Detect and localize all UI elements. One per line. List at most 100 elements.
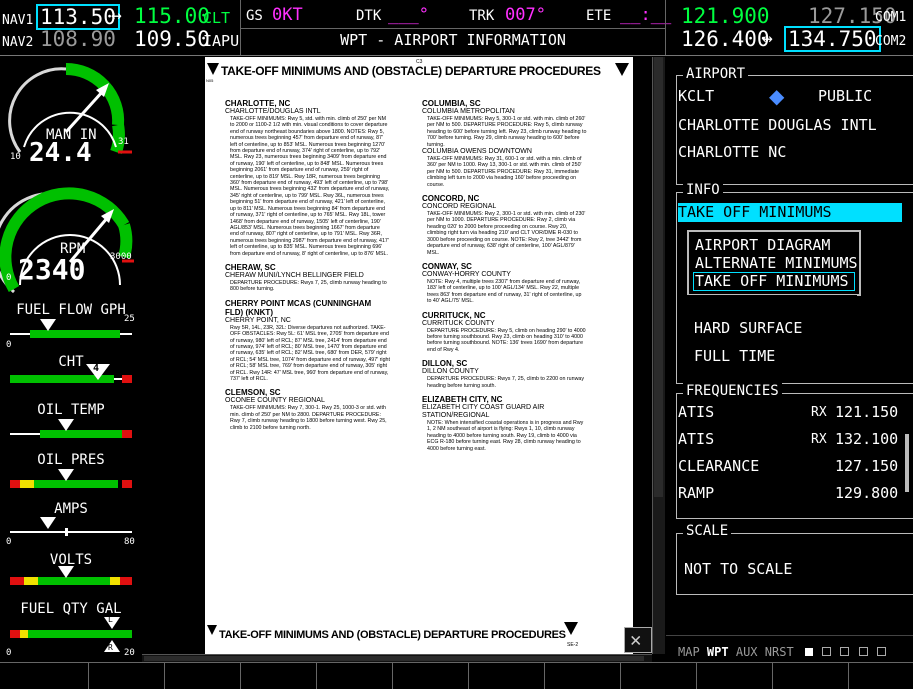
gs-label: GS bbox=[246, 8, 263, 24]
com2-standby-freq[interactable]: 134.750 bbox=[784, 26, 881, 52]
scale-value: NOT TO SCALE bbox=[684, 560, 793, 578]
fuel-flow-bar bbox=[10, 330, 132, 338]
oil-temp-label: OIL TEMP bbox=[37, 402, 105, 418]
frequency-value[interactable]: 129.800 bbox=[835, 484, 898, 502]
volts-bar bbox=[10, 577, 132, 585]
airport-symbol-icon: ◆ bbox=[769, 84, 785, 108]
dtk-value: ___° bbox=[388, 5, 429, 25]
frequency-rx: RX bbox=[811, 405, 827, 420]
nav1-swap-icon[interactable]: ↔ bbox=[111, 5, 122, 26]
oil-pres-pointer bbox=[58, 469, 74, 481]
com2-swap-icon[interactable]: ↔ bbox=[762, 28, 773, 49]
frequency-value[interactable]: 127.150 bbox=[835, 457, 898, 475]
softkey-divider bbox=[620, 663, 621, 689]
gs-value: 0KT bbox=[272, 5, 303, 25]
softkey-divider bbox=[240, 663, 241, 689]
chart-page[interactable]: C3 TAKE-OFF MINIMUMS AND (OBSTACLE) DEPA… bbox=[205, 57, 633, 654]
fuel-flow-pointer bbox=[40, 319, 56, 331]
menu-item-alternate-minimums[interactable]: ALTERNATE MINIMUMS bbox=[695, 254, 858, 272]
airport-name: CHARLOTTE DOUGLAS INTL bbox=[678, 116, 877, 134]
oil-pres-label: OIL PRES bbox=[37, 452, 105, 468]
page-group-map: MAP bbox=[678, 645, 700, 659]
fuel-flow-label: FUEL FLOW GPH bbox=[16, 302, 126, 318]
airport-type: PUBLIC bbox=[818, 87, 873, 105]
airport-id[interactable]: KCLT bbox=[678, 87, 714, 105]
com2-active-freq[interactable]: 126.400 bbox=[681, 27, 770, 51]
frequency-scrollbar[interactable] bbox=[905, 434, 909, 492]
com1-active-freq[interactable]: 121.900 bbox=[681, 4, 770, 28]
page-dot bbox=[822, 647, 832, 656]
fuel-qty-bar bbox=[10, 630, 132, 638]
softkey-divider bbox=[544, 663, 545, 689]
chart-airport-name: CURRITUCK COUNTY bbox=[422, 319, 495, 327]
softkey-divider bbox=[164, 663, 165, 689]
fuel-qty-left: L bbox=[108, 615, 113, 624]
close-chart-button[interactable]: ✕ bbox=[624, 627, 652, 653]
top-status-bar: NAV1 113.50 ↔ 115.00 CLT NAV2 108.90 109… bbox=[0, 0, 913, 56]
chart-airport-name: COLUMBIA METROPOLITAN bbox=[422, 108, 515, 115]
page-dot bbox=[840, 647, 850, 656]
nav1-id: CLT bbox=[203, 9, 231, 27]
info-selection-field[interactable]: TAKE OFF MINIMUMS bbox=[678, 203, 902, 222]
chart-section-heading: CHERRY POINT MCAS (CUNNINGHAM FLD) (KNKT… bbox=[225, 298, 372, 317]
menu-item-airport-diagram[interactable]: AIRPORT DIAGRAM bbox=[695, 236, 830, 254]
man-in-max: 31 bbox=[118, 137, 129, 147]
page-dot bbox=[858, 647, 868, 656]
chart-section-heading: ELIZABETH CITY, NC bbox=[422, 394, 503, 404]
info-panel: AIRPORT KCLT ◆ PUBLIC CHARLOTTE DOUGLAS … bbox=[666, 57, 913, 662]
chart-procedure-text: TAKE-OFF MINIMUMS: Rwy 5, std. with min.… bbox=[230, 116, 390, 257]
menu-item-take-off-minimums[interactable]: TAKE OFF MINIMUMS bbox=[695, 272, 849, 290]
dtk-label: DTK bbox=[356, 8, 382, 24]
chart-vertical-scrollbar[interactable] bbox=[652, 57, 665, 654]
page-dot-active bbox=[804, 648, 813, 656]
nav1-label: NAV1 bbox=[2, 13, 34, 28]
chart-airport-name: CHARLOTTE/DOUGLAS INTL bbox=[225, 108, 321, 115]
chart-left-column: CHARLOTTE, NC CHARLOTTE/DOUGLAS INTL TAKE-… bbox=[225, 93, 390, 431]
nav2-active-freq[interactable]: 108.90 bbox=[40, 27, 116, 51]
chart-airport-name: CONWAY-HORRY COUNTY bbox=[422, 270, 511, 278]
chart-section-heading: CONWAY, SC bbox=[422, 261, 472, 271]
nav2-label: NAV2 bbox=[2, 35, 34, 50]
page-title: WPT - AIRPORT INFORMATION bbox=[340, 31, 566, 49]
scrollbar-thumb[interactable] bbox=[144, 656, 644, 661]
scrollbar-thumb[interactable] bbox=[654, 57, 663, 497]
com2-label: COM2 bbox=[875, 34, 907, 49]
chart-procedure-text: NOTE: Rwy 4, multiple trees 2307' from d… bbox=[427, 278, 582, 305]
info-selected-value: TAKE OFF MINIMUMS bbox=[678, 203, 832, 221]
chart-procedure-text: Rwy 5R, 14L, 23R, 32L: Diverse departure… bbox=[230, 324, 390, 382]
trk-value: 007° bbox=[505, 5, 546, 25]
amps-min: 0 bbox=[6, 537, 12, 547]
frequency-name: ATIS bbox=[678, 430, 715, 448]
frequency-value[interactable]: 132.100 bbox=[835, 430, 898, 448]
trk-label: TRK bbox=[469, 8, 495, 24]
chart-title: TAKE-OFF MINIMUMS AND (OBSTACLE) DEPARTU… bbox=[221, 64, 601, 78]
page-group-indicator: MAP WPT AUX NRST bbox=[678, 645, 886, 659]
man-in-min: 10 bbox=[10, 152, 21, 162]
takeoff-symbol-icon bbox=[615, 63, 629, 76]
oil-temp-pointer bbox=[58, 419, 74, 431]
page-group-wpt: WPT bbox=[706, 645, 729, 659]
rpm-min: 0 bbox=[6, 273, 12, 283]
chart-right-column: COLUMBIA, SC COLUMBIA METROPOLITAN TAKE-OF… bbox=[422, 93, 587, 452]
chart-airport-name: CONCORD REGIONAL bbox=[422, 203, 497, 211]
chart-procedure-text: TAKE-OFF MINIMUMS: Rwy 5, 300-1 or std. … bbox=[427, 116, 587, 148]
amps-max: 80 bbox=[124, 537, 135, 547]
chart-footer: TAKE-OFF MINIMUMS AND (OBSTACLE) DEPARTU… bbox=[219, 629, 566, 641]
chart-section-heading: CHERAW, SC bbox=[225, 262, 276, 272]
ete-value: __:__ bbox=[620, 5, 672, 25]
fuel-qty-right: R bbox=[108, 643, 113, 652]
nav1-standby-freq[interactable]: 115.00 bbox=[134, 4, 210, 28]
com1-label: COM1 bbox=[875, 10, 907, 25]
info-label: INFO bbox=[683, 182, 723, 198]
oil-temp-bar bbox=[10, 430, 132, 438]
surface-type: HARD SURFACE bbox=[694, 319, 803, 337]
chart-procedure-text: DEPARTURE PROCEDURE: Rwys 7, 25, climb r… bbox=[230, 279, 387, 293]
frequency-value[interactable]: 121.150 bbox=[835, 403, 898, 421]
chart-footer-page: SE-2 bbox=[567, 642, 579, 648]
fuel-qty-min: 0 bbox=[6, 648, 12, 658]
nav2-standby-freq[interactable]: 109.50 bbox=[134, 27, 210, 51]
chart-procedure-text: DEPARTURE PROCEDURE: Rwy 5, climb on hea… bbox=[427, 327, 586, 353]
info-dropdown-menu[interactable]: AIRPORT DIAGRAM ALTERNATE MINIMUMS TAKE … bbox=[687, 230, 861, 296]
cht-bar bbox=[10, 375, 132, 383]
cht-label: CHT bbox=[58, 354, 84, 370]
